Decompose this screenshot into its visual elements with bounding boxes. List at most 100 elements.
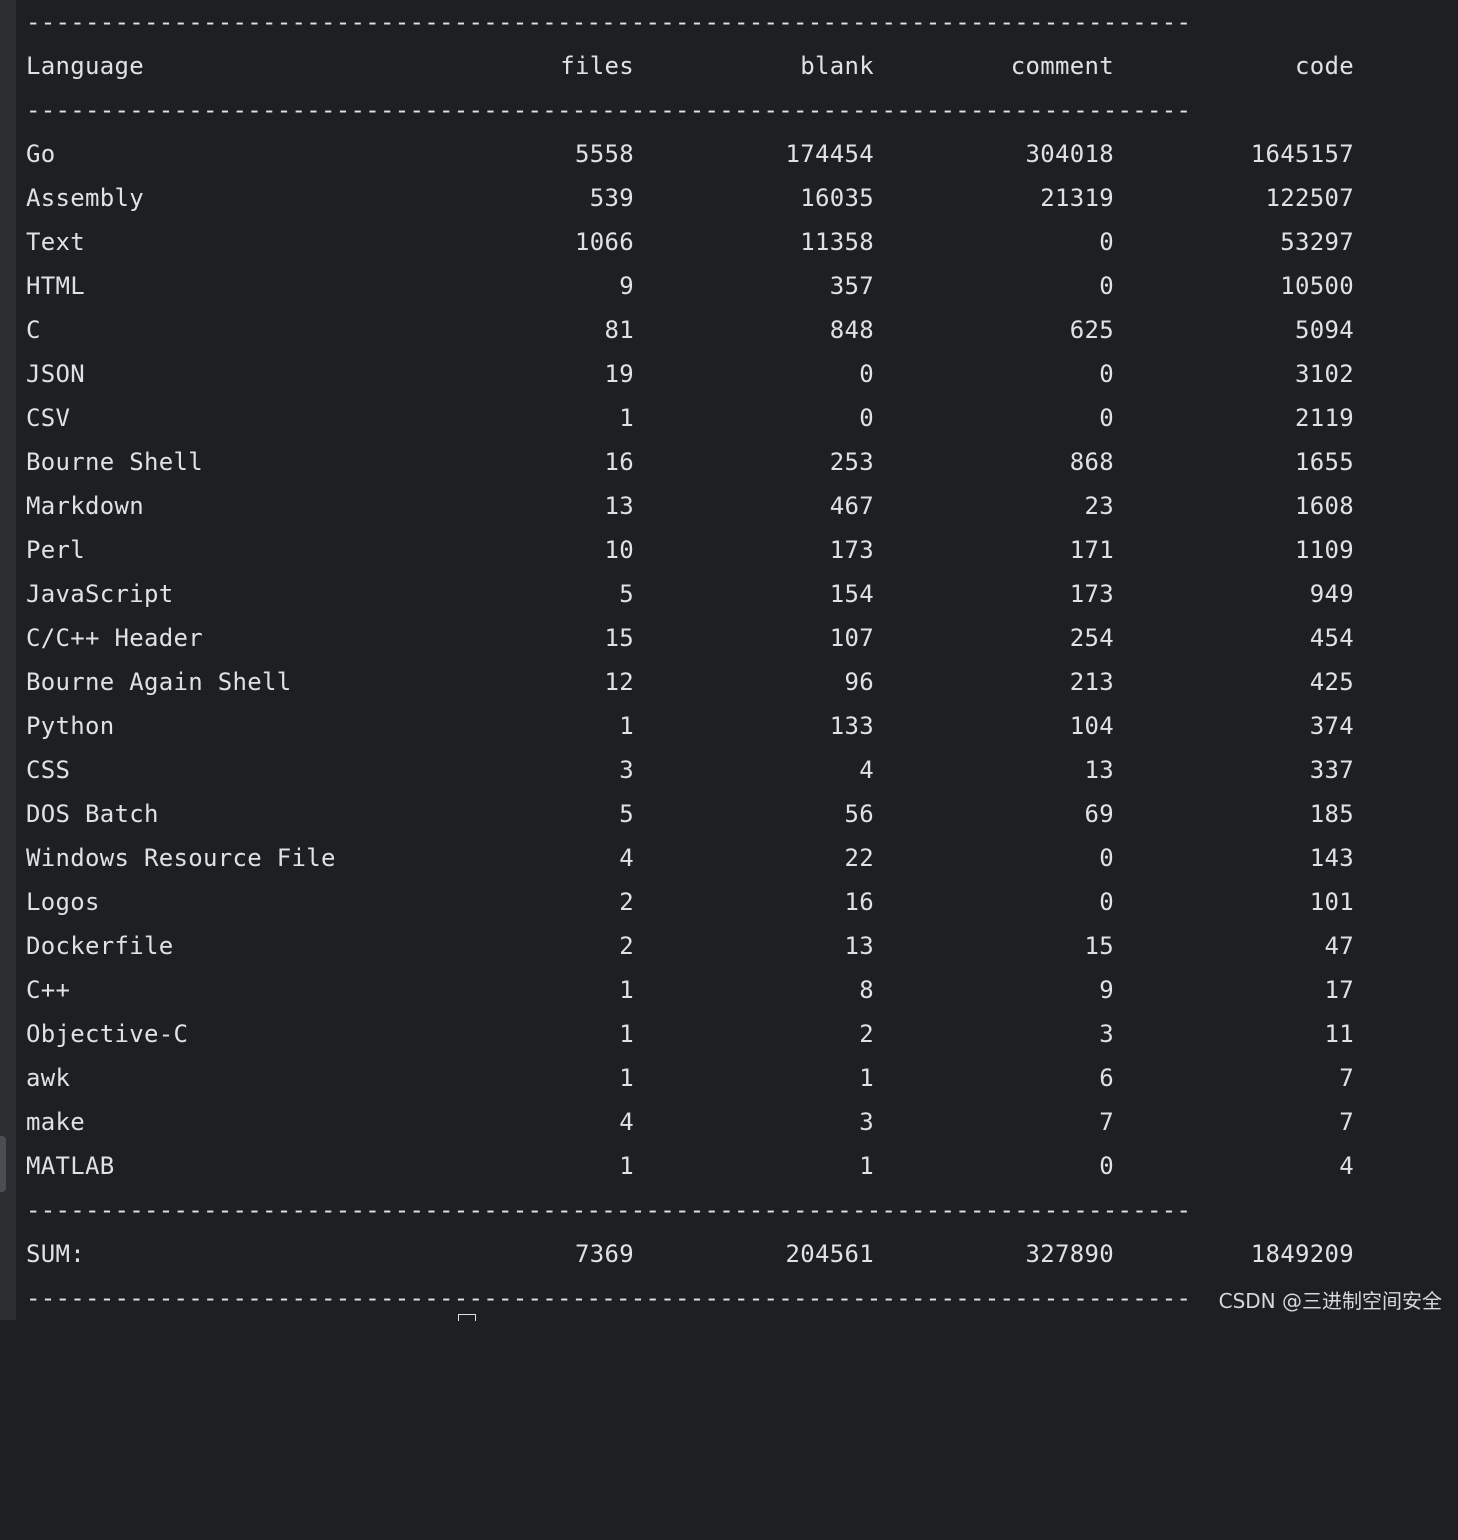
table-row: Bourne Shell162538681655	[26, 440, 1356, 484]
cell-blank: 1	[859, 1056, 874, 1100]
table-row: C/C++ Header15107254454	[26, 616, 1356, 660]
cell-comment: 23	[1085, 484, 1115, 528]
cell-code: 1608	[1295, 484, 1354, 528]
table-row: Objective-C12311	[26, 1012, 1356, 1056]
cell-files: 2	[619, 880, 634, 924]
table-row: C818486255094	[26, 308, 1356, 352]
cell-code: 7	[1339, 1100, 1354, 1144]
cell-files: 5	[619, 572, 634, 616]
cell-comment: 0	[1099, 220, 1114, 264]
sum-code: 1849209	[1251, 1232, 1354, 1276]
cell-blank: 22	[845, 836, 875, 880]
cell-comment: 173	[1070, 572, 1114, 616]
cell-blank: 253	[830, 440, 874, 484]
table-row: make4377	[26, 1100, 1356, 1144]
language-rows: Go55581744543040181645157Assembly5391603…	[26, 132, 1356, 1188]
cell-language: awk	[26, 1056, 70, 1100]
cell-blank: 4	[859, 748, 874, 792]
table-row: Logos2160101	[26, 880, 1356, 924]
cell-code: 53297	[1280, 220, 1354, 264]
cell-code: 2119	[1295, 396, 1354, 440]
cell-code: 425	[1310, 660, 1354, 704]
cell-language: C/C++ Header	[26, 616, 203, 660]
header-files: files	[560, 44, 634, 88]
cell-blank: 174454	[786, 132, 875, 176]
cell-files: 5	[619, 792, 634, 836]
cell-files: 4	[619, 836, 634, 880]
cell-language: Dockerfile	[26, 924, 174, 968]
sum-blank: 204561	[786, 1232, 875, 1276]
sum-row: SUM: 7369 204561 327890 1849209	[26, 1232, 1356, 1276]
cell-files: 9	[619, 264, 634, 308]
cell-comment: 213	[1070, 660, 1114, 704]
cell-language: Markdown	[26, 484, 144, 528]
cell-files: 1	[619, 1056, 634, 1100]
cell-language: Windows Resource File	[26, 836, 336, 880]
cell-language: C	[26, 308, 41, 352]
header-blank: blank	[800, 44, 874, 88]
cell-comment: 7	[1099, 1100, 1114, 1144]
cell-language: Go	[26, 132, 56, 176]
cell-blank: 2	[859, 1012, 874, 1056]
cell-files: 2	[619, 924, 634, 968]
sum-label: SUM:	[26, 1232, 85, 1276]
cell-files: 3	[619, 748, 634, 792]
cell-language: Perl	[26, 528, 85, 572]
cell-comment: 104	[1070, 704, 1114, 748]
cell-language: DOS Batch	[26, 792, 159, 836]
cell-comment: 0	[1099, 396, 1114, 440]
cell-blank: 3	[859, 1100, 874, 1144]
cell-blank: 56	[845, 792, 875, 836]
cell-blank: 357	[830, 264, 874, 308]
separator-line: ----------------------------------------…	[26, 1188, 1354, 1232]
separator-top: ----------------------------------------…	[26, 0, 1356, 44]
cell-files: 4	[619, 1100, 634, 1144]
cell-comment: 0	[1099, 264, 1114, 308]
sum-comment: 327890	[1026, 1232, 1115, 1276]
cell-code: 17	[1325, 968, 1355, 1012]
cell-files: 13	[605, 484, 635, 528]
separator-sum: ----------------------------------------…	[26, 1188, 1356, 1232]
table-row: Text106611358053297	[26, 220, 1356, 264]
cell-blank: 173	[830, 528, 874, 572]
table-row: JavaScript5154173949	[26, 572, 1356, 616]
cell-blank: 133	[830, 704, 874, 748]
cell-blank: 16035	[800, 176, 874, 220]
separator-line: ----------------------------------------…	[26, 0, 1354, 44]
separator-bottom: ----------------------------------------…	[26, 1276, 1356, 1320]
table-row: Windows Resource File4220143	[26, 836, 1356, 880]
cell-files: 15	[605, 616, 635, 660]
cell-comment: 0	[1099, 880, 1114, 924]
cell-files: 1	[619, 1144, 634, 1188]
scroll-marker[interactable]	[0, 1136, 6, 1192]
table-row: HTML9357010500	[26, 264, 1356, 308]
cell-code: 5094	[1295, 308, 1354, 352]
cell-files: 19	[605, 352, 635, 396]
table-row: JSON19003102	[26, 352, 1356, 396]
cell-files: 81	[605, 308, 635, 352]
cell-code: 3102	[1295, 352, 1354, 396]
cell-code: 949	[1310, 572, 1354, 616]
cell-language: Python	[26, 704, 115, 748]
cell-comment: 171	[1070, 528, 1114, 572]
cell-blank: 154	[830, 572, 874, 616]
cell-comment: 868	[1070, 440, 1114, 484]
cell-comment: 3	[1099, 1012, 1114, 1056]
table-row: C++18917	[26, 968, 1356, 1012]
separator-line: ----------------------------------------…	[26, 1276, 1354, 1320]
cell-comment: 6	[1099, 1056, 1114, 1100]
table-row: awk1167	[26, 1056, 1356, 1100]
cell-code: 337	[1310, 748, 1354, 792]
cell-files: 539	[590, 176, 634, 220]
cell-files: 1	[619, 396, 634, 440]
cell-code: 101	[1310, 880, 1354, 924]
cell-language: Bourne Shell	[26, 440, 203, 484]
editor-gutter	[0, 0, 16, 1320]
cell-comment: 15	[1085, 924, 1115, 968]
cell-code: 454	[1310, 616, 1354, 660]
cell-files: 1066	[575, 220, 634, 264]
cell-files: 16	[605, 440, 635, 484]
cell-code: 143	[1310, 836, 1354, 880]
table-row: Bourne Again Shell1296213425	[26, 660, 1356, 704]
table-row: CSV1002119	[26, 396, 1356, 440]
